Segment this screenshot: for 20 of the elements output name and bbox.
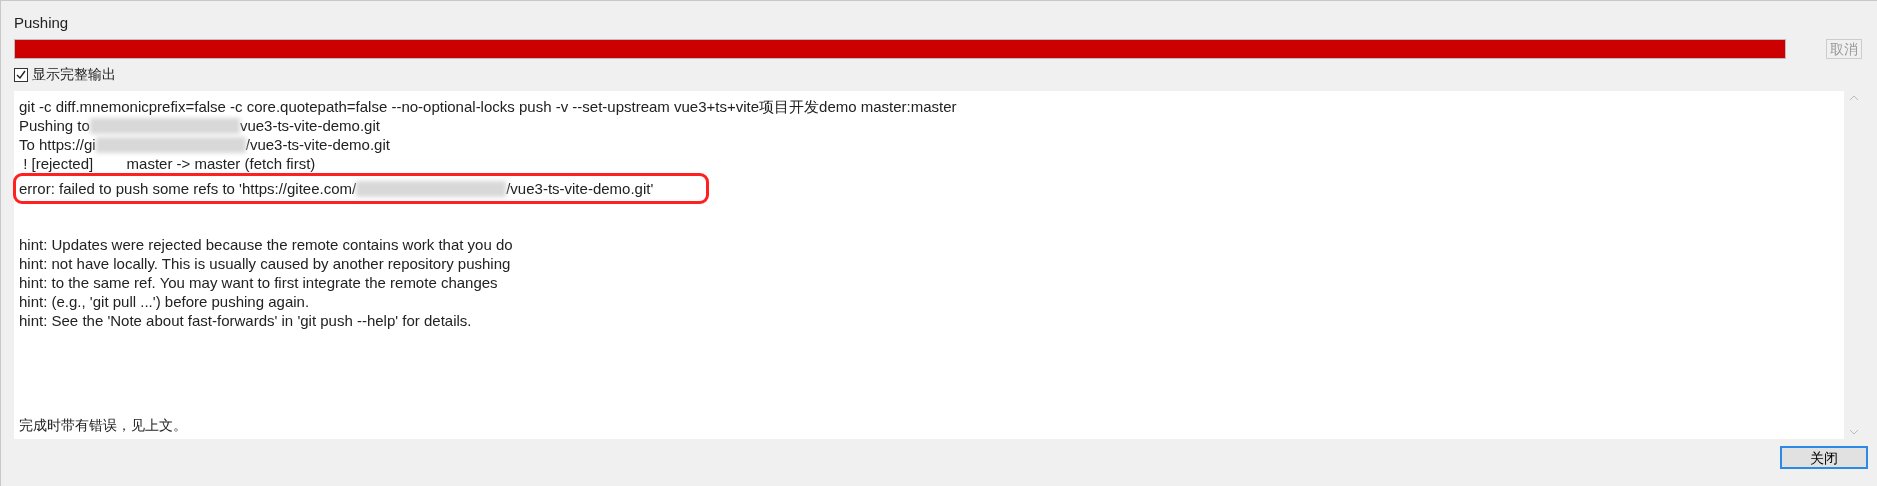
close-button[interactable]: 关闭 — [1780, 446, 1868, 469]
summary-text: 完成时带有错误，见上文。 — [19, 416, 187, 435]
output-line: git -c diff.mnemonicprefix=false -c core.quotepath=false --no-optional-locks push -v --set-upstream vue3+ts+vite项目开发demo master:master — [19, 97, 957, 116]
scroll-down-icon[interactable] — [1849, 429, 1859, 435]
output-line: To https://gi — [19, 135, 96, 154]
hint-line: hint: Updates were rejected because the remote contains work that you do — [19, 235, 513, 254]
hint-line: hint: not have locally. This is usually caused by another repository pushing — [19, 254, 512, 273]
checkbox-label: 显示完整输出 — [32, 65, 116, 84]
output-line: Pushing to — [19, 116, 90, 135]
output-line: vue3-ts-vite-demo.git — [239, 116, 380, 135]
hint-line: hint: to the same ref. You may want to first integrate the remote changes — [19, 273, 499, 292]
output-line: /vue3-ts-vite-demo.git' — [506, 179, 654, 198]
hint-line: hint: (e.g., 'git pull ...') before pushing again. — [19, 292, 311, 311]
output-line: /vue3-ts-vite-demo.git — [245, 135, 390, 154]
dialog-title: Pushing — [14, 13, 69, 33]
checkbox[interactable] — [14, 67, 28, 82]
output-line: ! [rejected] master -> master (fetch first) — [22, 154, 316, 173]
output-line: error: failed to push some refs to 'https://gitee.com/ — [19, 179, 357, 198]
scroll-up-icon[interactable] — [1849, 95, 1859, 101]
hint-line: hint: See the 'Note about fast-forwards' in 'git push --help' for details. — [19, 311, 473, 330]
